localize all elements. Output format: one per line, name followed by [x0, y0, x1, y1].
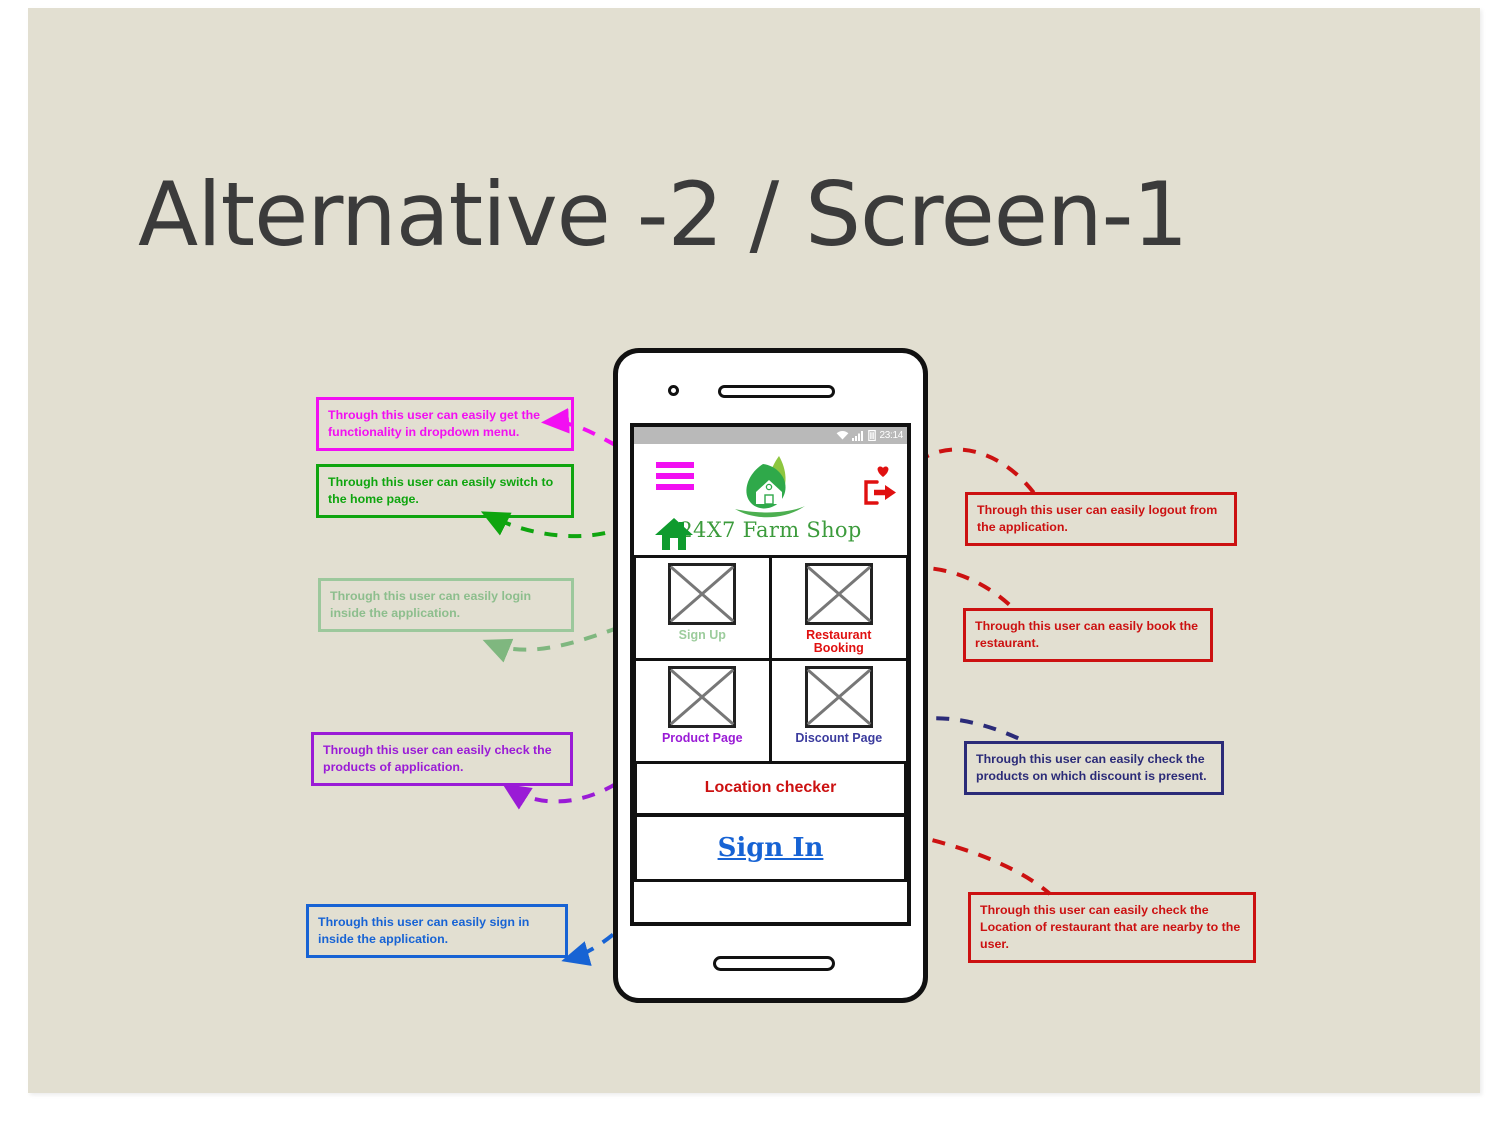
annotation-products: Through this user can easily check the p… — [311, 732, 573, 787]
image-placeholder-icon — [804, 562, 873, 625]
tile-label-product-page: Product Page — [661, 730, 743, 745]
annotation-login: Through this user can easily login insid… — [318, 578, 574, 633]
tile-label-discount-page: Discount Page — [795, 730, 883, 745]
wifi-icon — [837, 430, 849, 440]
tile-label-restaurant-booking: Restaurant Booking — [806, 627, 872, 656]
tile-restaurant-booking[interactable]: Restaurant Booking — [769, 554, 907, 661]
sign-in-button[interactable]: Sign In — [634, 814, 907, 882]
tile-grid: Sign Up Restaurant Booking Product Page … — [634, 554, 907, 764]
battery-icon — [868, 430, 877, 441]
location-checker-button[interactable]: Location checker — [634, 760, 907, 816]
status-bar: 23:14 — [634, 427, 907, 444]
front-camera-icon — [668, 385, 679, 396]
annotation-dropdown-menu: Through this user can easily get the fun… — [316, 397, 574, 452]
image-placeholder-icon — [668, 665, 737, 728]
status-bar-time: 23:14 — [879, 430, 903, 441]
earpiece-speaker — [718, 385, 835, 398]
home-hardware-button[interactable] — [713, 956, 835, 971]
annotation-discount: Through this user can easily check the p… — [964, 741, 1224, 796]
brand-name: 24X7 Farm Shop — [679, 518, 862, 542]
annotation-home-page: Through this user can easily switch to t… — [316, 464, 574, 519]
sign-in-label: Sign In — [717, 833, 824, 863]
image-placeholder-icon — [668, 562, 737, 625]
tile-discount-page[interactable]: Discount Page — [769, 657, 907, 764]
location-checker-label: Location checker — [704, 779, 837, 796]
annotation-location: Through this user can easily check the L… — [968, 892, 1256, 964]
slide-canvas: Alternative -2 / Screen-1 23:14 24X7 Far… — [28, 8, 1480, 1093]
phone-mockup: 23:14 24X7 Farm Shop Sign Up Restaurant … — [613, 348, 928, 1003]
phone-screen: 23:14 24X7 Farm Shop Sign Up Restaurant … — [630, 423, 911, 926]
logout-icon[interactable] — [863, 466, 897, 506]
home-icon[interactable] — [654, 516, 694, 552]
tile-label-sign-up: Sign Up — [678, 627, 726, 642]
image-placeholder-icon — [804, 665, 873, 728]
annotation-restaurant-booking: Through this user can easily book the re… — [963, 608, 1213, 663]
annotation-logout: Through this user can easily logout from… — [965, 492, 1237, 547]
leaf-house-logo-icon — [734, 456, 805, 518]
annotation-sign-in: Through this user can easily sign in ins… — [306, 904, 568, 959]
tile-label-line1: Restaurant — [806, 627, 872, 642]
tile-product-page[interactable]: Product Page — [634, 657, 772, 764]
tile-sign-up[interactable]: Sign Up — [634, 554, 772, 661]
app-header: 24X7 Farm Shop — [634, 444, 907, 556]
signal-icon — [852, 431, 864, 441]
tile-label-line2: Booking — [813, 641, 864, 655]
page-title: Alternative -2 / Screen-1 — [138, 163, 1188, 266]
